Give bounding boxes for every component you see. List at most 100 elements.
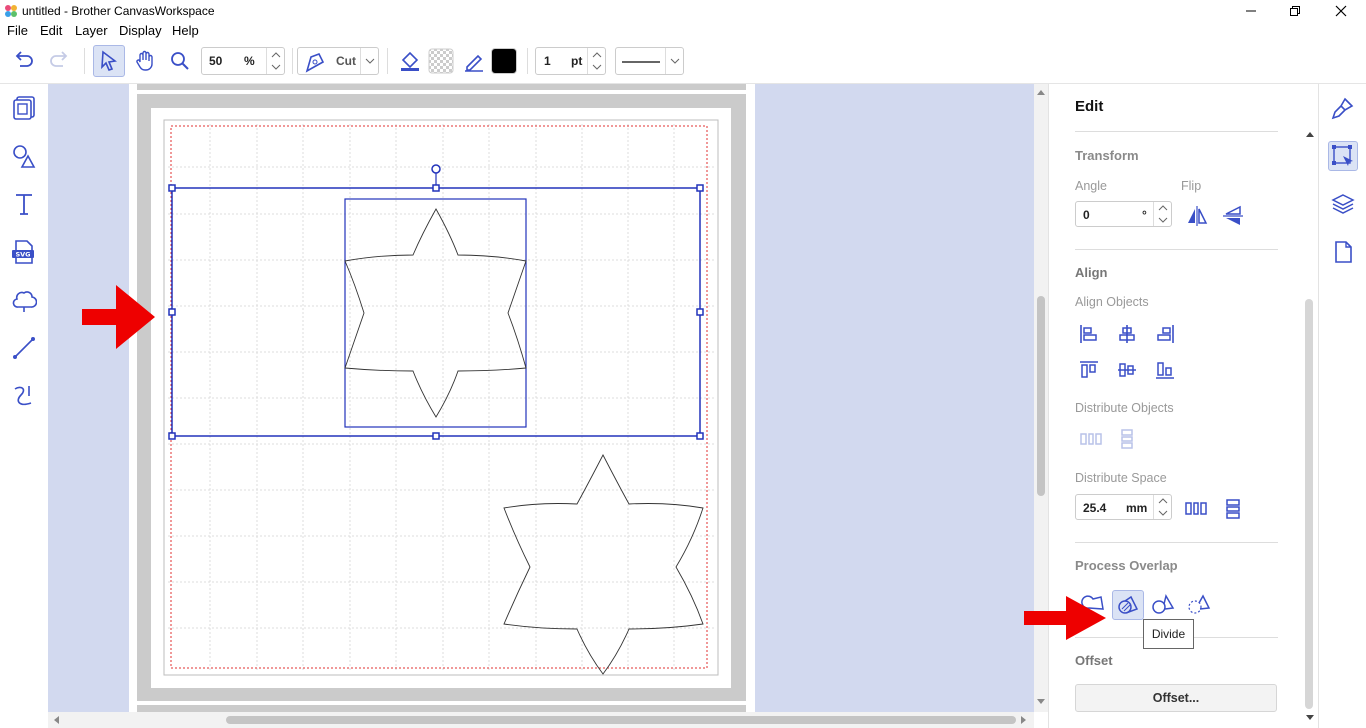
scroll-down-icon — [1037, 699, 1045, 704]
zoom-tool-button[interactable] — [165, 45, 195, 77]
fill-swatch[interactable] — [426, 45, 456, 77]
pointer-icon — [101, 50, 117, 71]
distribute-objects-label: Distribute Objects — [1075, 401, 1174, 415]
left-toolbar: SVG — [0, 84, 48, 728]
fill-color-button[interactable] — [396, 45, 424, 77]
distribute-space-field[interactable]: 25.4 mm — [1075, 494, 1172, 520]
menu-file[interactable]: File — [7, 23, 28, 38]
panel-scroll-up-icon — [1306, 132, 1314, 137]
select-tool-button[interactable] — [93, 45, 125, 77]
menu-layer[interactable]: Layer — [75, 23, 108, 38]
distribute-space-unit: mm — [1126, 501, 1148, 515]
align-left-button[interactable] — [1075, 320, 1103, 348]
stepper-icon — [1158, 205, 1168, 223]
align-right-button[interactable] — [1151, 320, 1179, 348]
transparent-swatch-icon — [428, 48, 454, 74]
divide-tooltip: Divide — [1143, 619, 1194, 649]
line-width-stepper[interactable] — [587, 48, 605, 74]
line-style-preview — [622, 61, 660, 63]
horizontal-scrollbar[interactable] — [48, 712, 1034, 728]
angle-field[interactable]: 0 ° — [1075, 201, 1172, 227]
distribute-horizontal-button[interactable] — [1077, 425, 1105, 453]
angle-stepper[interactable] — [1153, 202, 1171, 226]
menu-help[interactable]: Help — [172, 23, 199, 38]
process-overlap-heading: Process Overlap — [1075, 558, 1178, 573]
divide-button[interactable] — [1112, 590, 1144, 620]
curve-tool-button[interactable] — [10, 382, 38, 410]
cut-pen-icon — [305, 52, 325, 73]
mode-select[interactable]: Cut — [297, 47, 379, 75]
page-tab[interactable] — [1328, 237, 1358, 267]
brush-icon — [1331, 97, 1354, 120]
scroll-up-icon — [1037, 90, 1045, 95]
right-sidebar — [1318, 84, 1366, 728]
shapes-icon — [13, 145, 36, 168]
design-canvas[interactable] — [48, 84, 1034, 712]
stepper-icon — [592, 52, 602, 70]
scroll-left-icon — [54, 716, 59, 724]
edit-tab[interactable] — [1328, 141, 1358, 171]
restore-button[interactable] — [1272, 0, 1318, 22]
angle-value: 0 — [1083, 208, 1090, 222]
line-width-unit: pt — [571, 54, 583, 68]
line-width-field[interactable]: 1 pt — [535, 47, 606, 75]
exclude-button[interactable] — [1185, 590, 1213, 618]
flip-vertical-button[interactable] — [1219, 202, 1247, 230]
distribute-space-horizontal-button[interactable] — [1182, 495, 1210, 523]
distribute-space-stepper[interactable] — [1153, 495, 1171, 519]
zoom-field[interactable]: 50 % — [201, 47, 285, 75]
paint-brush-tab[interactable] — [1328, 93, 1358, 123]
canvas-area[interactable] — [48, 84, 1034, 712]
pattern-button[interactable] — [10, 286, 38, 314]
intersect-icon — [1152, 594, 1175, 614]
distribute-vertical-icon — [1121, 429, 1133, 449]
zoom-stepper[interactable] — [266, 48, 284, 74]
template-button[interactable] — [10, 94, 38, 122]
magnifier-icon — [171, 52, 189, 70]
text-icon — [16, 194, 32, 215]
horizontal-scroll-thumb[interactable] — [226, 716, 1016, 724]
window-title: untitled - Brother CanvasWorkspace — [22, 4, 215, 18]
line-style-select[interactable] — [615, 47, 684, 75]
cloud-shape-icon — [12, 291, 37, 312]
text-button[interactable] — [10, 190, 38, 218]
align-center-button[interactable] — [1113, 320, 1141, 348]
offset-button[interactable]: Offset... — [1075, 684, 1277, 712]
intersect-button[interactable] — [1149, 590, 1177, 618]
svg-import-button[interactable]: SVG — [10, 238, 38, 266]
close-button[interactable] — [1318, 0, 1364, 22]
chevron-down-icon — [670, 58, 680, 64]
minimize-button[interactable] — [1228, 0, 1274, 22]
line-width-value: 1 — [544, 54, 551, 68]
angle-label: Angle — [1075, 179, 1107, 193]
align-top-button[interactable] — [1075, 356, 1103, 384]
panel-scroll-thumb[interactable] — [1305, 299, 1313, 709]
page-icon — [1335, 241, 1352, 263]
rotate-handle[interactable] — [431, 164, 441, 174]
redo-button[interactable] — [44, 45, 74, 77]
layers-tab[interactable] — [1328, 189, 1358, 219]
align-center-icon — [1119, 325, 1135, 343]
menu-edit[interactable]: Edit — [40, 23, 62, 38]
line-color-swatch[interactable] — [490, 45, 518, 77]
align-bottom-button[interactable] — [1151, 356, 1179, 384]
menu-display[interactable]: Display — [119, 23, 162, 38]
distribute-vertical-button[interactable] — [1113, 425, 1141, 453]
flip-horizontal-button[interactable] — [1183, 202, 1211, 230]
offset-heading: Offset — [1075, 653, 1113, 668]
mode-label: Cut — [336, 54, 356, 68]
hand-tool-button[interactable] — [130, 45, 160, 77]
line-tool-button[interactable] — [10, 334, 38, 362]
line-color-button[interactable] — [460, 45, 488, 77]
undo-button[interactable] — [9, 45, 39, 77]
vertical-scroll-thumb[interactable] — [1037, 296, 1045, 496]
shapes-button[interactable] — [10, 142, 38, 170]
flip-vertical-icon — [1223, 205, 1243, 225]
undo-icon — [15, 51, 33, 67]
title-bar: untitled - Brother CanvasWorkspace — [0, 0, 1366, 22]
stepper-icon — [1158, 498, 1168, 516]
annotation-arrow-right — [1024, 596, 1106, 640]
distribute-space-vertical-button[interactable] — [1219, 495, 1247, 523]
align-middle-button[interactable] — [1113, 356, 1141, 384]
menu-bar: File Edit Layer Display Help — [0, 22, 1366, 40]
